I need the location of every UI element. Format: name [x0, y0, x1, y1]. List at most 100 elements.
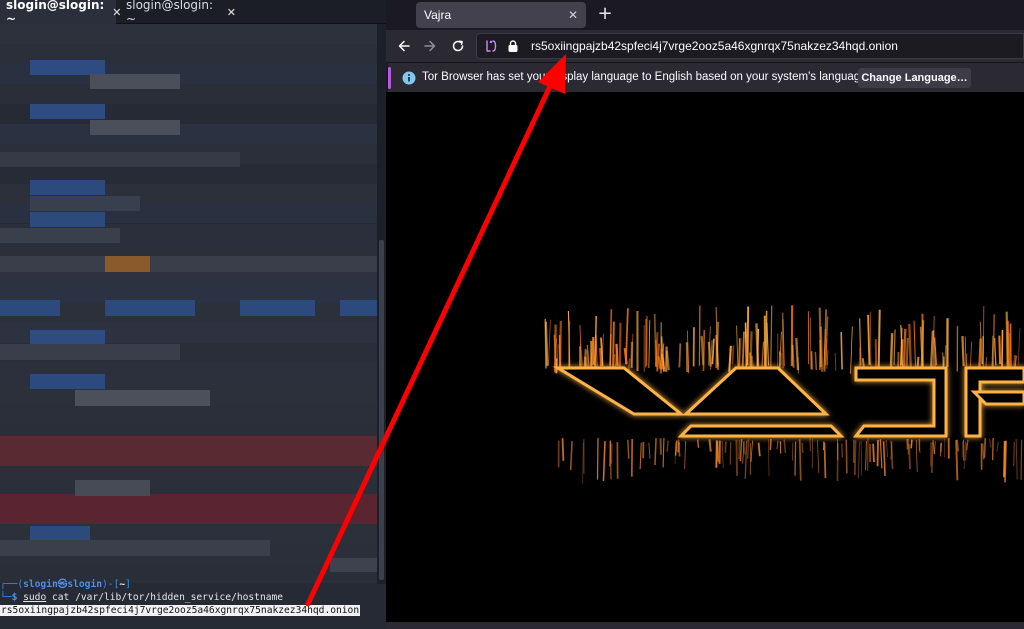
flame-streak	[639, 442, 642, 470]
page-content	[386, 92, 1024, 622]
mosaic-row	[0, 83, 377, 104]
flame-streak	[612, 321, 615, 367]
flame-streak	[615, 343, 619, 366]
terminal-tab-bar: slogin@slogin: ~ ✕ slogin@slogin: ~ ✕	[0, 0, 386, 26]
close-icon[interactable]: ✕	[227, 6, 236, 19]
terminal-tab-2[interactable]: slogin@slogin: ~ ✕	[120, 0, 242, 26]
lock-icon	[508, 40, 518, 52]
flame-streak	[750, 355, 754, 368]
flame-streak	[736, 325, 739, 372]
mosaic-block	[340, 300, 377, 316]
mosaic-block	[0, 300, 60, 316]
flame-streak	[625, 308, 629, 365]
flame-streak	[1007, 333, 1011, 371]
browser-tab-title: Vajra	[424, 8, 452, 22]
url-bar[interactable]: rs5oxiingpajzb42spfeci4j7vrge2ooz5a46xgn…	[476, 33, 1024, 59]
flame-streak	[794, 441, 797, 476]
mosaic-block	[105, 300, 195, 316]
mosaic-block	[0, 228, 120, 243]
site-security-button[interactable]	[503, 36, 523, 56]
change-language-button[interactable]: Change Language…	[858, 68, 971, 88]
flame-streak	[961, 441, 964, 458]
flame-streak	[553, 324, 557, 373]
flame-streak	[1015, 438, 1018, 480]
flame-streak	[715, 440, 718, 468]
flame-streak	[963, 440, 966, 469]
browser-tab-vajra[interactable]: Vajra ✕	[416, 2, 586, 28]
browser-bottom-edge	[386, 622, 1024, 629]
back-button[interactable]	[392, 34, 416, 58]
flame-streak	[599, 347, 602, 367]
mosaic-block	[90, 74, 180, 89]
flame-streak	[961, 335, 965, 367]
flame-streak	[877, 309, 881, 368]
mosaic-block	[30, 104, 105, 119]
flame-streak	[746, 439, 750, 459]
mosaic-block	[0, 152, 240, 167]
mosaic-block	[90, 120, 180, 135]
flame-streak	[996, 441, 999, 452]
flame-streak	[994, 338, 997, 366]
flame-streak	[944, 344, 947, 366]
mosaic-row	[0, 123, 377, 144]
circuit-button[interactable]	[481, 36, 501, 56]
flame-streak	[561, 438, 565, 461]
flame-streak	[648, 442, 651, 459]
flame-streak	[840, 332, 843, 370]
flame-streak	[902, 328, 907, 371]
flame-streak	[627, 439, 630, 459]
flame-streak	[858, 347, 862, 370]
flame-streak	[893, 329, 896, 366]
flame-streak	[857, 441, 861, 479]
flame-streak	[908, 323, 913, 372]
flame-streak	[702, 329, 706, 372]
forward-button[interactable]	[418, 34, 442, 58]
flame-streak	[558, 320, 562, 370]
flame-streak	[708, 439, 712, 452]
flame-streak	[964, 336, 967, 370]
flame-streak	[721, 441, 724, 469]
flame-streak	[766, 322, 770, 366]
flame-streak	[816, 440, 820, 474]
flame-streak	[757, 442, 761, 457]
mosaic-block	[0, 344, 180, 360]
flame-streak	[627, 358, 631, 372]
prompt-user-host: slogin㉿slogin	[23, 579, 103, 590]
prompt-line: ┌──(slogin㉿slogin)-[~]	[0, 579, 131, 590]
flame-streak	[1020, 439, 1023, 480]
flame-streak	[783, 439, 787, 453]
flame-streak	[978, 338, 982, 372]
flame-streak	[955, 440, 959, 481]
flame-streak	[768, 439, 770, 477]
info-icon	[402, 71, 416, 85]
flame-streak	[983, 438, 987, 458]
flame-streak	[765, 310, 768, 370]
mosaic-block	[30, 196, 140, 211]
flame-streak	[908, 443, 911, 470]
mosaic-block	[30, 60, 105, 75]
notification-accent	[388, 67, 391, 89]
terminal-scrollbar-thumb[interactable]	[379, 240, 384, 580]
flame-streak	[809, 317, 812, 370]
terminal-tab-label: slogin@slogin: ~	[126, 0, 214, 26]
command-sudo: sudo	[23, 592, 47, 603]
reload-icon	[452, 40, 464, 52]
mosaic-block	[0, 436, 377, 466]
flame-streak	[791, 344, 795, 368]
reload-button[interactable]	[446, 34, 470, 58]
arrow-left-icon	[398, 40, 410, 52]
flame-streak	[697, 439, 700, 448]
terminal-tab-1[interactable]: slogin@slogin: ~ ✕	[0, 0, 122, 26]
vajra-fire-logo	[544, 305, 1024, 484]
pixelated-terminal-history	[0, 24, 386, 584]
flame-streak	[715, 321, 720, 369]
mosaic-block	[0, 540, 270, 556]
flame-streak	[854, 440, 857, 476]
close-icon[interactable]: ✕	[568, 8, 578, 22]
url-text[interactable]: rs5oxiingpajzb42spfeci4j7vrge2ooz5a46xgn…	[531, 39, 898, 53]
browser-tab-bar: Vajra ✕ +	[386, 0, 1024, 30]
flame-streak	[728, 345, 732, 373]
flame-streak	[778, 351, 781, 367]
flame-streak	[756, 329, 760, 366]
new-tab-button[interactable]: +	[594, 4, 616, 26]
